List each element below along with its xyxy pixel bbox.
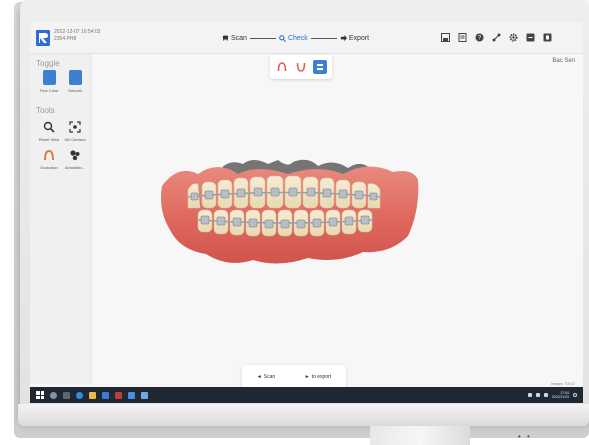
- doctor-name: Bac Sen: [552, 58, 575, 64]
- tools-section-title: Tools: [36, 106, 55, 115]
- true-color-toggle[interactable]: True Color: [36, 70, 62, 93]
- bottom-action-bar: ◄ Scan ► to export: [242, 365, 346, 389]
- upper-jaw-button[interactable]: [275, 60, 289, 74]
- document-icon: [458, 32, 466, 42]
- help-button[interactable]: ?: [474, 32, 484, 42]
- smooth-icon: [68, 70, 82, 85]
- minimize-icon: [526, 33, 534, 41]
- magnifier-icon: [43, 121, 55, 133]
- annotation-icon: [70, 150, 80, 161]
- lower-jaw-button[interactable]: [294, 60, 308, 74]
- store-icon[interactable]: [102, 391, 109, 399]
- step-connector: [310, 37, 337, 39]
- datetime-line: 2022-12-07 16:54:03: [54, 29, 101, 35]
- smooth-label: Smooth: [68, 88, 82, 93]
- monitor-chin: [18, 404, 589, 426]
- step-check-label: Check: [287, 34, 308, 42]
- hd-camera-tool[interactable]: HD Camera: [62, 120, 88, 142]
- search-icon[interactable]: [50, 391, 57, 399]
- top-bar: 2022-12-07 16:54:03 2354 PH8 Scan Check …: [30, 22, 583, 54]
- workflow-steps: Scan Check Export: [222, 32, 369, 44]
- task-view-icon[interactable]: [63, 391, 70, 399]
- step-check[interactable]: Check: [279, 35, 308, 42]
- save-icon: [440, 32, 450, 42]
- upper-arch-icon: [44, 149, 54, 161]
- share-button[interactable]: [491, 32, 501, 42]
- reset-view-label: Reset View: [38, 137, 60, 142]
- arrow-left-icon: ◄: [256, 374, 262, 380]
- upper-jaw-icon: [277, 62, 287, 72]
- tooth-icon: [222, 34, 229, 41]
- share-icon: [492, 33, 500, 41]
- minimize-button[interactable]: [525, 32, 535, 42]
- annotation-label: Annotatio...: [64, 165, 86, 170]
- folder-icon[interactable]: [89, 391, 96, 399]
- monitor-stand: [370, 426, 470, 445]
- toggle-section-title: Toggle: [36, 59, 60, 68]
- help-icon: ?: [475, 33, 483, 41]
- browser-icon[interactable]: [76, 391, 83, 399]
- windows-start-icon[interactable]: [36, 391, 44, 399]
- export-next-label: to export: [311, 374, 332, 380]
- taskbar-clock[interactable]: 17:04 2022/11/23: [552, 391, 569, 399]
- step-export[interactable]: Export: [340, 34, 370, 42]
- volume-icon[interactable]: [543, 393, 548, 397]
- occlusion-label: Occlusion: [40, 165, 58, 170]
- both-jaws-icon: [317, 64, 323, 70]
- annotation-tool[interactable]: Annotatio...: [62, 148, 88, 170]
- occlusion-tool[interactable]: Occlusion: [36, 148, 62, 170]
- notification-icon[interactable]: [573, 393, 577, 397]
- scan-datetime: 2022-12-07 16:54:03 2354 PH8: [54, 29, 100, 43]
- left-panel: Toggle True Color Smooth Tools Reset Vie…: [30, 54, 92, 384]
- document-button[interactable]: [457, 32, 467, 42]
- close-button[interactable]: [542, 32, 552, 42]
- true-color-label: True Color: [39, 88, 59, 93]
- app-icon-blue[interactable]: [128, 391, 135, 399]
- camera-frame-icon: [69, 121, 81, 133]
- step-scan-label: Scan: [231, 34, 247, 42]
- gear-icon: [509, 33, 517, 41]
- step-export-label: Export: [348, 34, 370, 42]
- smooth-toggle[interactable]: Smooth: [62, 70, 88, 93]
- reset-view-tool[interactable]: Reset View: [36, 120, 62, 142]
- scan-back-label: Scan: [263, 374, 276, 380]
- step-scan[interactable]: Scan: [222, 35, 247, 42]
- app-screen: 2022-12-07 16:54:03 2354 PH8 Scan Check …: [30, 22, 583, 403]
- export-icon: [340, 34, 347, 41]
- tray-chevron-icon[interactable]: [527, 393, 532, 397]
- lower-jaw-icon: [296, 62, 306, 72]
- header-toolbar: ?: [440, 32, 552, 42]
- app-icon-red[interactable]: [115, 391, 122, 399]
- arrow-right-icon: ►: [304, 374, 310, 380]
- app-logo-icon: [36, 30, 50, 46]
- both-jaws-button[interactable]: [313, 60, 327, 74]
- save-button[interactable]: [440, 32, 450, 42]
- clock-date: 2022/11/23: [551, 395, 569, 399]
- jaw-view-toolbar: [270, 55, 332, 79]
- true-color-icon: [42, 70, 56, 85]
- hd-camera-label: HD Camera: [64, 137, 86, 142]
- step-connector: [249, 37, 276, 39]
- os-taskbar: 17:04 2022/11/23: [30, 387, 583, 403]
- monitor-indicator: • •: [518, 432, 532, 441]
- network-icon[interactable]: [535, 393, 540, 397]
- settings-button[interactable]: [508, 32, 518, 42]
- export-next-button[interactable]: ► to export: [305, 374, 331, 380]
- dental-3d-model[interactable]: [158, 150, 420, 270]
- magnifier-icon: [279, 34, 286, 42]
- datetime-subline: 2354 PH8: [54, 36, 77, 42]
- close-icon: [543, 33, 551, 41]
- scanner-app-icon[interactable]: [141, 391, 148, 399]
- system-tray: 17:04 2022/11/23: [527, 391, 577, 399]
- scan-back-button[interactable]: ◄ Scan: [257, 374, 275, 380]
